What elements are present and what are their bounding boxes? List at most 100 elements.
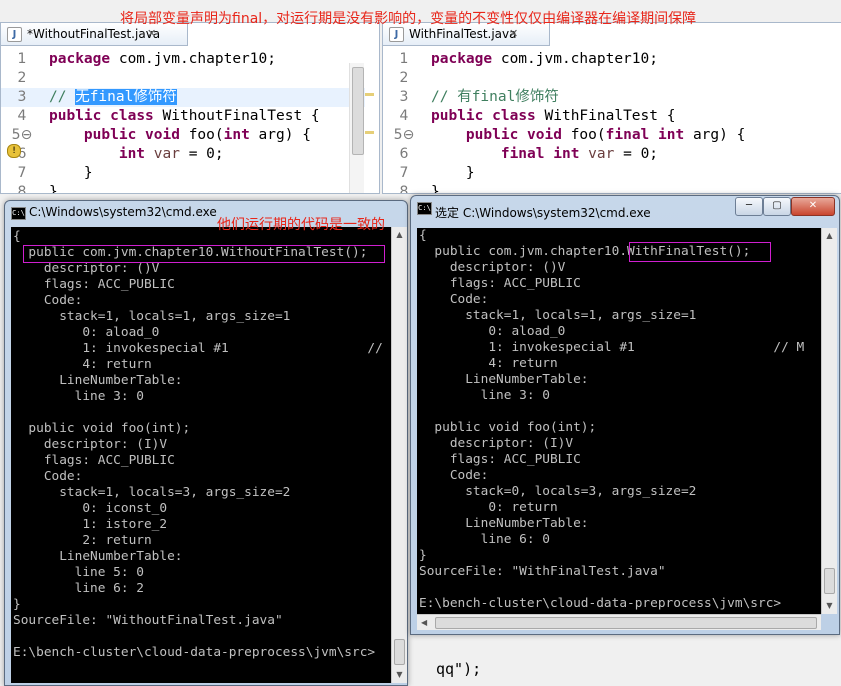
console-line: stack=1, locals=3, args_size=2 — [13, 485, 291, 500]
cmd-icon: C:\ — [417, 202, 432, 215]
console-line: 1: istore_2 — [13, 517, 168, 532]
window-title: C:\Windows\system32\cmd.exe — [29, 205, 217, 219]
code-area[interactable]: 1 package com.jvm.chapter10; 2 3 // 有final修饰… — [383, 50, 841, 193]
console-line: 4: return — [13, 357, 152, 372]
minimize-button[interactable]: ─ — [735, 197, 763, 216]
console-line: flags: ACC_PUBLIC — [419, 452, 581, 467]
line-number: 1 — [399, 51, 409, 67]
overview-marker — [365, 93, 374, 96]
highlight-box — [629, 242, 771, 262]
scroll-up-icon[interactable]: ▲ — [822, 228, 837, 244]
code-line[interactable]: } — [431, 164, 475, 183]
console-output[interactable]: { public com.jvm.chapter10.WithoutFinalT… — [11, 227, 391, 683]
window-title: 选定 C:\Windows\system32\cmd.exe — [435, 206, 651, 220]
right-editor[interactable]: J WithFinalTest.java ✕ 1 package com.jvm.… — [382, 22, 841, 194]
tab-label: *WithoutFinalTest.java — [27, 27, 161, 41]
console-line: 2: return — [13, 533, 152, 548]
maximize-button[interactable]: ▢ — [763, 197, 791, 216]
code-line[interactable]: package com.jvm.chapter10; — [49, 50, 276, 69]
line-number: 5⊖ — [11, 127, 33, 143]
code-line[interactable]: public class WithFinalTest { — [431, 107, 675, 126]
scrollbar-thumb[interactable] — [352, 67, 364, 155]
console-line: line 5: 0 — [13, 565, 144, 580]
console-line: line 6: 2 — [13, 581, 144, 596]
line-number: 3 — [399, 89, 409, 105]
console-line: Code: — [419, 468, 489, 483]
background-code-fragment: qq"); — [436, 660, 482, 678]
console-line: public void foo(int); — [13, 421, 191, 436]
console-scrollbar[interactable]: ▲ ▼ — [821, 228, 837, 614]
console-line: line 6: 0 — [419, 532, 550, 547]
code-line[interactable]: } — [49, 183, 58, 193]
code-line[interactable]: } — [431, 183, 440, 193]
scrollbar-thumb[interactable] — [824, 568, 835, 594]
console-line: descriptor: ()V — [419, 260, 566, 275]
console-line: Code: — [13, 469, 83, 484]
scrollbar-thumb[interactable] — [435, 617, 817, 629]
console-line: LineNumberTable: — [419, 516, 589, 531]
code-line[interactable]: public void foo(final int arg) { — [431, 126, 745, 145]
tab-label: WithFinalTest.java — [409, 27, 517, 41]
console-line: flags: ACC_PUBLIC — [419, 276, 581, 291]
console-scrollbar[interactable]: ▲ ▼ — [391, 227, 407, 683]
console-line: line 3: 0 — [13, 389, 144, 404]
console-line: 1: invokespecial #1 // M — [419, 340, 805, 355]
code-line[interactable]: } — [49, 164, 93, 183]
console-line: E:\bench-cluster\cloud-data-preprocess\j… — [13, 645, 376, 660]
console-output[interactable]: { public com.jvm.chapter10.WithFinalTest… — [417, 228, 821, 614]
code-line[interactable]: final int var = 0; — [431, 145, 658, 164]
line-number: 3 — [17, 89, 27, 105]
console-line: 4: return — [419, 356, 558, 371]
line-number: 2 — [399, 70, 409, 86]
line-number: 4 — [17, 108, 27, 124]
console-line: 0: iconst_0 — [13, 501, 168, 516]
console-line: 0: aload_0 — [419, 324, 566, 339]
console-line: } — [419, 548, 427, 563]
console-line: public void foo(int); — [419, 420, 597, 435]
left-cmd-window[interactable]: C:\ C:\Windows\system32\cmd.exe { public… — [4, 200, 408, 686]
cmd-icon: C:\ — [11, 207, 26, 220]
scroll-left-icon[interactable]: ◀ — [421, 615, 427, 630]
horizontal-scrollbar[interactable]: ◀ — [417, 614, 821, 630]
code-line[interactable]: // 有final修饰符 — [431, 88, 559, 107]
code-line[interactable]: int var = 0; — [49, 145, 224, 164]
console-line: Code: — [419, 292, 489, 307]
scroll-down-icon[interactable]: ▼ — [822, 598, 837, 614]
console-line: 1: invokespecial #1 // — [13, 341, 383, 356]
close-button[interactable]: ✕ — [791, 197, 835, 216]
console-line: stack=1, locals=1, args_size=1 — [419, 308, 697, 323]
console-line: flags: ACC_PUBLIC — [13, 453, 175, 468]
line-number: 6 — [399, 146, 409, 162]
code-line[interactable]: package com.jvm.chapter10; — [431, 50, 658, 69]
line-number: 5⊖ — [393, 127, 415, 143]
line-number: 7 — [17, 165, 27, 181]
line-number: 1 — [17, 51, 27, 67]
console-line: SourceFile: "WithFinalTest.java" — [419, 564, 666, 579]
warning-icon: ! — [7, 144, 21, 158]
code-line[interactable]: // 无final修饰符 — [49, 88, 177, 107]
console-line: E:\bench-cluster\cloud-data-preprocess\j… — [419, 596, 782, 611]
code-line[interactable]: public void foo(int arg) { — [49, 126, 311, 145]
overview-marker — [365, 131, 374, 134]
line-number: 2 — [17, 70, 27, 86]
console-line: 0: return — [419, 500, 558, 515]
line-number: 7 — [399, 165, 409, 181]
right-cmd-window[interactable]: C:\ 选定 C:\Windows\system32\cmd.exe ─ ▢ ✕… — [410, 195, 840, 635]
console-line: descriptor: (I)V — [13, 437, 168, 452]
console-line: stack=0, locals=3, args_size=2 — [419, 484, 697, 499]
console-line: stack=1, locals=1, args_size=1 — [13, 309, 291, 324]
console-line: SourceFile: "WithoutFinalTest.java" — [13, 613, 283, 628]
scroll-up-icon[interactable]: ▲ — [392, 227, 407, 243]
scroll-down-icon[interactable]: ▼ — [392, 667, 407, 683]
code-area[interactable]: 1 package com.jvm.chapter10; 2 3 // 无final修饰… — [1, 50, 379, 193]
console-line: { — [419, 228, 427, 243]
console-line: 0: aload_0 — [13, 325, 160, 340]
scrollbar-thumb[interactable] — [394, 639, 405, 665]
editor-scrollbar[interactable] — [349, 63, 364, 193]
console-line: LineNumberTable: — [13, 373, 183, 388]
left-editor[interactable]: J *WithoutFinalTest.java ✕ 1 package com.… — [0, 22, 380, 194]
console-line: { — [13, 229, 21, 244]
annotation-middle: 他们运行期的代码是一致的 — [217, 217, 385, 233]
code-line[interactable]: public class WithoutFinalTest { — [49, 107, 320, 126]
console-line: descriptor: ()V — [13, 261, 160, 276]
